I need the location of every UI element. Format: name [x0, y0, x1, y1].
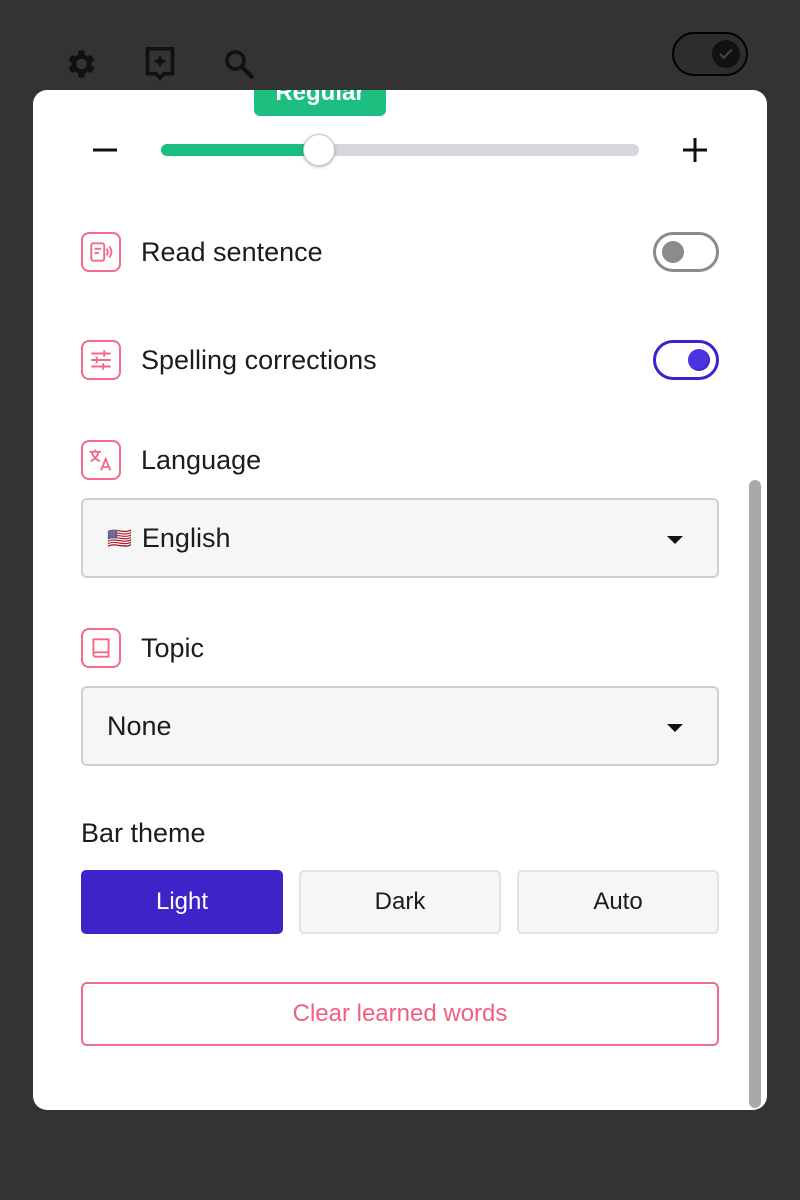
language-row: Language [81, 437, 719, 483]
theme-option-light[interactable]: Light [81, 870, 283, 934]
size-slider-fill [161, 144, 319, 156]
search-icon [225, 50, 254, 79]
read-sentence-row: Read sentence [81, 229, 719, 275]
feedback-button[interactable] [140, 44, 180, 84]
sliders-icon [81, 340, 121, 380]
decrease-size-button[interactable] [83, 128, 127, 172]
topic-label: Topic [141, 632, 205, 663]
topic-select[interactable]: None [81, 686, 719, 766]
chevron-down-icon [667, 724, 683, 732]
settings-gear-button[interactable] [60, 44, 100, 84]
spelling-corrections-row: Spelling corrections [81, 337, 719, 383]
settings-panel: Regular Read sentence Spelling correctio… [33, 90, 767, 1110]
language-value: English [141, 522, 231, 553]
read-sentence-toggle[interactable] [653, 232, 719, 272]
translate-icon [81, 440, 121, 480]
us-flag-icon: 🇺🇸 [107, 527, 132, 550]
clear-learned-words-button[interactable]: Clear learned words [81, 982, 719, 1046]
topic-row: Topic [81, 625, 719, 671]
moon-check-icon [712, 40, 740, 68]
minus-icon [93, 148, 117, 152]
gear-icon [68, 50, 95, 78]
chevron-down-icon [667, 536, 683, 544]
size-level-badge: Regular [254, 90, 386, 116]
language-label: Language [141, 444, 262, 475]
book-icon [81, 628, 121, 668]
bar-theme-title: Bar theme [81, 818, 206, 848]
increase-size-button[interactable] [673, 128, 717, 172]
scrollbar[interactable] [749, 480, 761, 1108]
size-slider-thumb[interactable] [302, 134, 335, 166]
plus-icon [683, 138, 707, 162]
feedback-icon [145, 46, 175, 81]
spelling-corrections-label: Spelling corrections [141, 344, 377, 375]
read-aloud-icon [81, 232, 121, 272]
dark-mode-toggle[interactable] [672, 32, 748, 76]
theme-option-auto[interactable]: Auto [517, 870, 719, 934]
size-slider[interactable] [161, 134, 639, 166]
read-sentence-label: Read sentence [141, 236, 323, 267]
search-button[interactable] [219, 44, 259, 84]
language-select[interactable]: 🇺🇸 English [81, 498, 719, 578]
theme-option-dark[interactable]: Dark [299, 870, 501, 934]
topic-value: None [107, 710, 172, 741]
spelling-corrections-toggle[interactable] [653, 340, 719, 380]
